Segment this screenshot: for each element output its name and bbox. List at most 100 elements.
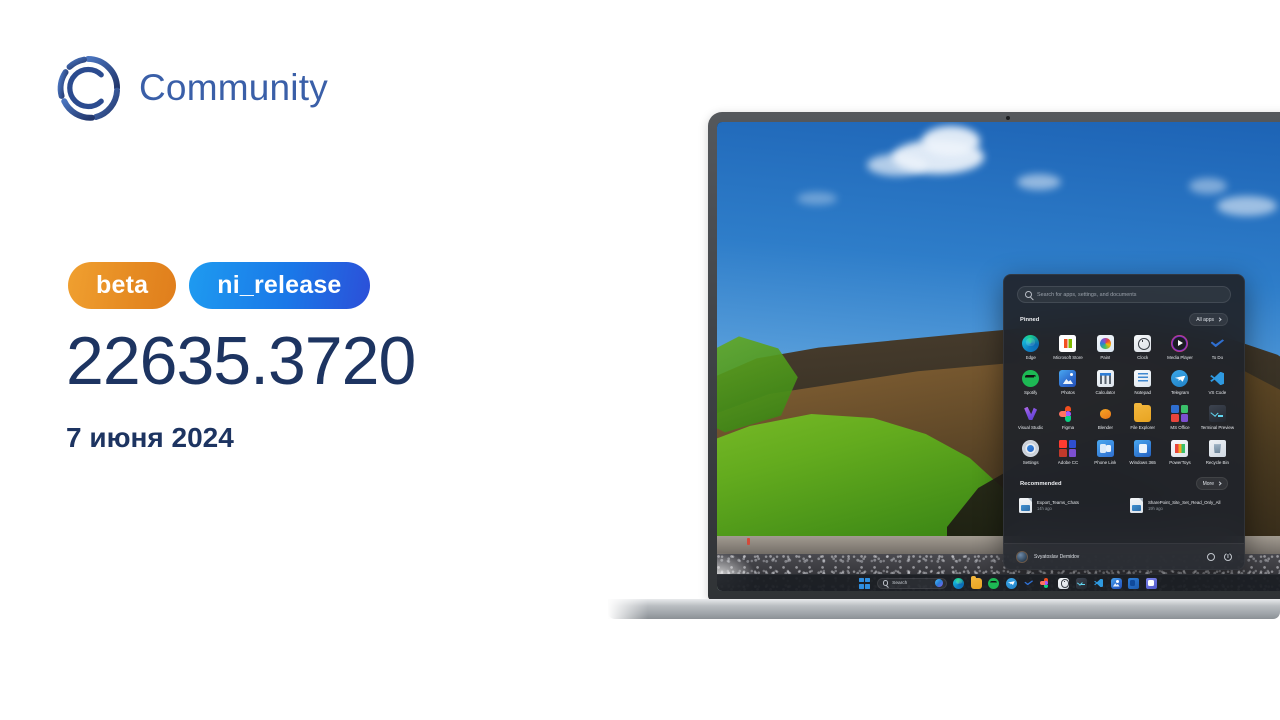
- build-number: 22635.3720: [66, 323, 416, 399]
- taskbar-teams-icon[interactable]: [1145, 577, 1157, 589]
- app-label: Figma: [1061, 425, 1075, 430]
- app-label: Adobe CC: [1057, 460, 1079, 465]
- recommended-item[interactable]: SharePoint_Site_Set_Read_Only_All 19h ag…: [1127, 495, 1232, 516]
- app-label: Media Player: [1167, 355, 1193, 360]
- taskbar-spotify-icon[interactable]: [988, 577, 1000, 589]
- pinned-app-notepad[interactable]: Notepad: [1124, 367, 1161, 397]
- app-label: Terminal Preview: [1200, 425, 1235, 430]
- pinned-app-ms-office[interactable]: MS Office: [1161, 402, 1198, 432]
- clock-icon: [1134, 335, 1152, 352]
- edge-icon: [1022, 335, 1040, 352]
- community-logo-icon: [55, 55, 121, 121]
- user-name: Svyatoslav Demidov: [1034, 553, 1080, 560]
- taskbar-vs-code-icon[interactable]: [1093, 578, 1104, 589]
- chevron-right-icon: [1217, 481, 1222, 486]
- start-search-placeholder: Search for apps, settings, and documents: [1037, 291, 1137, 298]
- pinned-app-photos[interactable]: Photos: [1049, 367, 1086, 397]
- recommended-item-name: Export_Teams_Chats: [1037, 499, 1079, 505]
- pinned-app-spotify[interactable]: Spotify: [1012, 367, 1049, 397]
- start-menu: Search for apps, settings, and documents…: [1003, 274, 1245, 570]
- pinned-app-settings[interactable]: Settings: [1012, 437, 1049, 467]
- account-actions: [1207, 552, 1232, 561]
- file-explorer-icon: [1134, 403, 1152, 422]
- app-label: File Explorer: [1130, 425, 1155, 430]
- pinned-app-clock[interactable]: Clock: [1124, 332, 1161, 362]
- pinned-app-to-do[interactable]: To Do: [1199, 332, 1236, 362]
- taskbar-figma-icon[interactable]: [1040, 578, 1052, 589]
- person-figure: [747, 538, 750, 545]
- vs-code-icon: [1209, 370, 1226, 387]
- cloud: [797, 192, 837, 205]
- pinned-app-figma[interactable]: Figma: [1049, 402, 1086, 432]
- pinned-app-vs-code[interactable]: VS Code: [1199, 367, 1236, 397]
- app-label: Clock: [1137, 355, 1149, 360]
- notepad-icon: [1134, 370, 1152, 387]
- app-label: VS Code: [1208, 390, 1227, 395]
- app-label: Settings: [1022, 460, 1039, 465]
- pinned-app-telegram[interactable]: Telegram: [1161, 367, 1198, 397]
- badge-branch[interactable]: ni_release: [189, 262, 370, 309]
- app-label: To Do: [1211, 355, 1224, 360]
- taskbar-edge-icon[interactable]: [953, 577, 965, 589]
- app-label: Recycle Bin: [1205, 460, 1229, 465]
- pinned-app-adobe-cc[interactable]: Adobe CC: [1049, 437, 1086, 467]
- recommended-list: Export_Teams_Chats 14h ago SharePoint_Si…: [1004, 494, 1244, 516]
- pinned-app-file-explorer[interactable]: File Explorer: [1124, 402, 1161, 432]
- pinned-app-phone-link[interactable]: Phone Link: [1087, 437, 1124, 467]
- pinned-app-paint[interactable]: Paint: [1087, 332, 1124, 362]
- pinned-app-recycle-bin[interactable]: Recycle Bin: [1199, 437, 1236, 467]
- taskbar-outlook-icon[interactable]: [1128, 577, 1140, 589]
- calculator-icon: [1096, 370, 1114, 387]
- figma-icon: [1058, 405, 1076, 422]
- pinned-app-calculator[interactable]: Calculator: [1087, 367, 1124, 397]
- taskbar-search-box[interactable]: Search: [876, 577, 947, 589]
- paint-icon: [1096, 335, 1114, 352]
- microsoft-store-icon: [1059, 335, 1077, 352]
- terminal-preview-icon: [1208, 405, 1226, 422]
- pinned-app-blender[interactable]: Blender: [1087, 402, 1124, 432]
- taskbar-terminal-icon[interactable]: [1075, 577, 1087, 589]
- app-label: Phone Link: [1094, 460, 1117, 465]
- badge-beta[interactable]: beta: [68, 262, 177, 309]
- more-button[interactable]: More: [1195, 477, 1228, 490]
- cloud: [922, 126, 980, 156]
- start-search-input[interactable]: Search for apps, settings, and documents: [1017, 286, 1231, 303]
- recommended-item[interactable]: Export_Teams_Chats 14h ago: [1016, 495, 1121, 516]
- taskbar-telegram-icon[interactable]: [1005, 577, 1017, 589]
- avatar[interactable]: [1016, 550, 1028, 563]
- taskbar-clock-icon[interactable]: [1058, 577, 1070, 589]
- document-icon: [1019, 498, 1032, 513]
- all-apps-button[interactable]: All apps: [1189, 313, 1228, 326]
- power-icon[interactable]: [1224, 552, 1232, 561]
- all-apps-label: All apps: [1196, 316, 1214, 323]
- laptop-base: [608, 599, 1280, 619]
- recycle-bin-icon: [1208, 440, 1226, 457]
- media-player-icon: [1171, 335, 1189, 352]
- pinned-title: Pinned: [1020, 316, 1040, 323]
- search-icon: [1025, 291, 1032, 298]
- recommended-header: Recommended More: [1004, 467, 1244, 494]
- start-button[interactable]: [859, 577, 871, 589]
- taskbar-file-explorer-icon[interactable]: [970, 575, 982, 589]
- pinned-app-visual-studio[interactable]: Visual Studio: [1012, 402, 1049, 432]
- taskbar-photos-icon[interactable]: [1110, 577, 1122, 589]
- webcam-icon: [1006, 116, 1010, 120]
- app-label: Notepad: [1134, 390, 1151, 395]
- pinned-app-edge[interactable]: Edge: [1012, 332, 1049, 362]
- pinned-app-microsoft-store[interactable]: Microsoft Store: [1049, 332, 1086, 362]
- brand: Community: [55, 55, 328, 121]
- copilot-icon[interactable]: [934, 579, 943, 587]
- pinned-app-windows-365[interactable]: Windows 365: [1124, 437, 1161, 467]
- cloud: [867, 154, 927, 176]
- pinned-app-powertoys[interactable]: PowerToys: [1161, 437, 1198, 467]
- gear-icon[interactable]: [1207, 552, 1215, 561]
- app-label: Microsoft Store: [1053, 355, 1083, 360]
- slide-canvas: Community beta ni_release 22635.3720 7 и…: [0, 0, 1280, 720]
- photos-icon: [1059, 370, 1077, 387]
- pinned-app-terminal-preview[interactable]: Terminal Preview: [1199, 402, 1236, 432]
- adobe-cc-icon: [1059, 440, 1077, 457]
- app-label: PowerToys: [1169, 460, 1191, 465]
- taskbar-to-do-icon[interactable]: [1023, 578, 1034, 589]
- pinned-app-media-player[interactable]: Media Player: [1161, 332, 1198, 362]
- laptop-screen: Search for apps, settings, and documents…: [717, 122, 1280, 591]
